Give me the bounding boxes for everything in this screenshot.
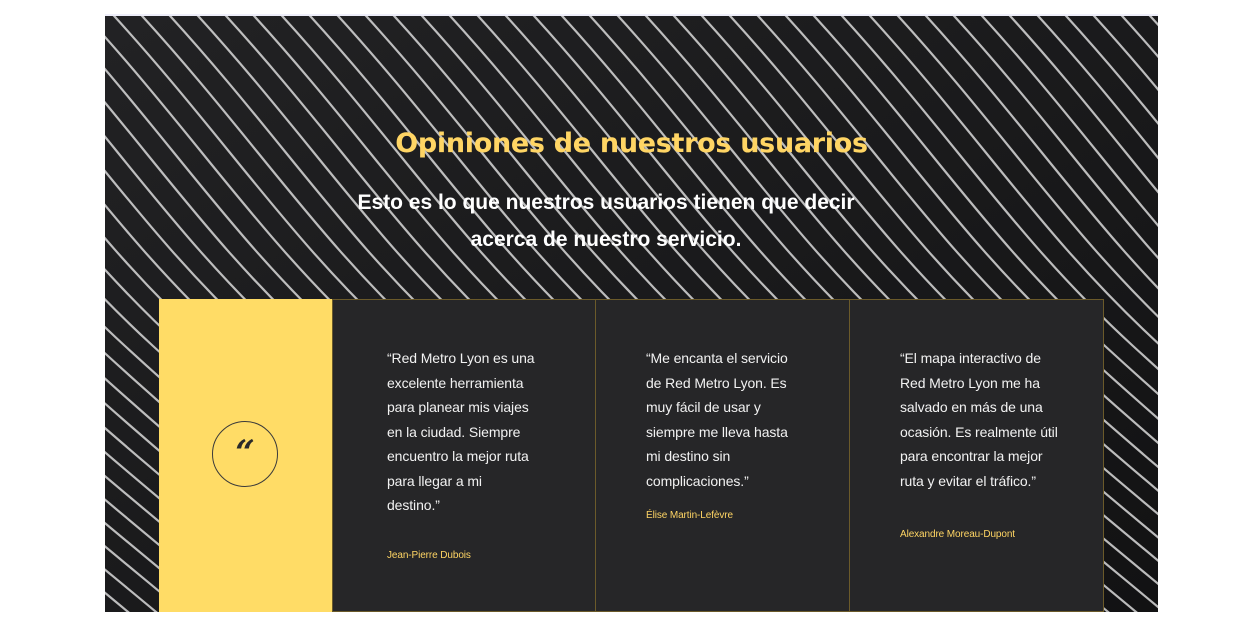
section-subtitle: Esto es lo que nuestros usuarios tienen … bbox=[357, 191, 855, 251]
testimonial-text: “Red Metro Lyon es una excelente herrami… bbox=[387, 350, 535, 513]
quote-icon: “ bbox=[212, 421, 278, 487]
testimonial-cards: “ “Red Metro Lyon es una excelente herra… bbox=[159, 299, 1104, 612]
testimonial-card: “El mapa interactivo de Red Metro Lyon m… bbox=[849, 299, 1104, 612]
testimonial-card: “Me encanta el servicio de Red Metro Lyo… bbox=[595, 299, 850, 612]
testimonial-author: Élise Martin-Lefèvre bbox=[646, 510, 733, 521]
testimonial-author: Alexandre Moreau-Dupont bbox=[900, 529, 1015, 540]
quote-panel: “ bbox=[159, 299, 332, 612]
testimonial-card: “Red Metro Lyon es una excelente herrami… bbox=[332, 299, 596, 612]
testimonial-text: “El mapa interactivo de Red Metro Lyon m… bbox=[900, 350, 1058, 489]
testimonial-author: Jean-Pierre Dubois bbox=[387, 550, 471, 561]
testimonial-text: “Me encanta el servicio de Red Metro Lyo… bbox=[646, 350, 788, 489]
testimonials-section: Opiniones de nuestros usuarios Esto es l… bbox=[105, 16, 1158, 612]
section-title: Opiniones de nuestros usuarios bbox=[395, 128, 868, 159]
